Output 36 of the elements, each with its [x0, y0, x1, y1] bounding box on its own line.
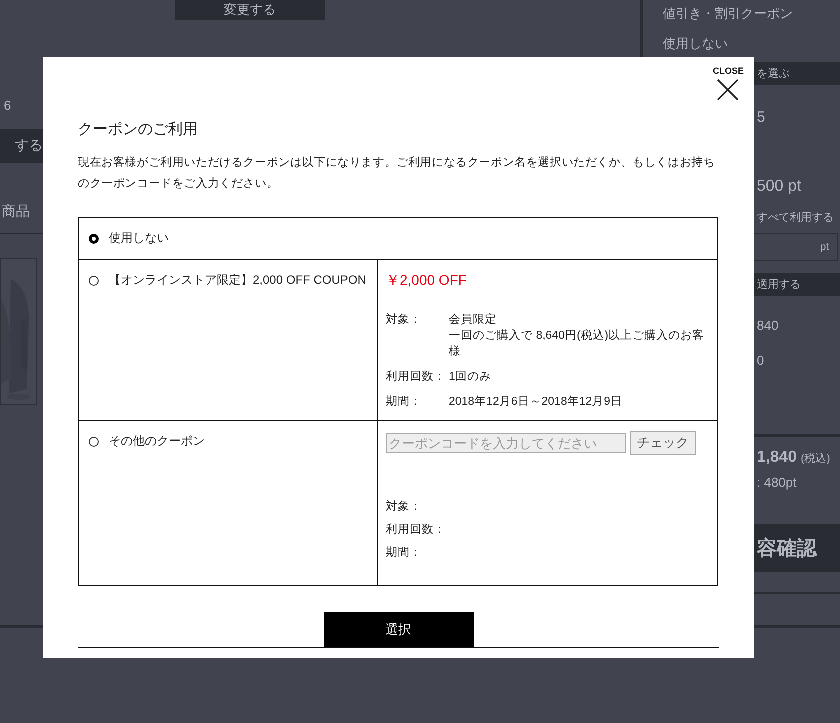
- change-button[interactable]: 変更する: [175, 0, 325, 20]
- close-icon: [716, 78, 740, 102]
- select-button[interactable]: 選択: [324, 612, 474, 647]
- discount-amount: ￥2,000 OFF: [386, 272, 468, 290]
- dialog-description: 現在お客様がご利用いただけるクーポンは以下になります。ご利用になるクーポン名を選択いただくか、もしくはお持ちのクーポンコードをご入力ください。: [78, 155, 716, 192]
- tax-note: (税込): [801, 452, 830, 466]
- option-label[interactable]: 【オンラインストア限定】2,000 OFF COUPON: [109, 272, 366, 289]
- earned-points: : 480pt: [756, 475, 798, 490]
- detail-label: 対象：: [386, 499, 423, 515]
- detail-label: 期間：: [386, 394, 423, 410]
- check-button[interactable]: チェック: [630, 431, 696, 455]
- action-bar[interactable]: する: [0, 129, 43, 163]
- points-owned: 5: [756, 109, 766, 126]
- amount-text: 0: [756, 353, 766, 368]
- detail-label: 利用回数：: [386, 522, 447, 538]
- coupon-code-field[interactable]: クーポンコードを入力してください: [386, 433, 626, 453]
- coupon-heading: 値引き・割引クーポン: [662, 5, 794, 23]
- coupon-value: 使用しない: [662, 35, 729, 53]
- amount-text: 840: [756, 318, 780, 333]
- detail-value: 1回のみ: [449, 370, 492, 385]
- radio-button[interactable]: [89, 436, 99, 446]
- points-amount: 500 pt: [756, 178, 802, 196]
- detail-value: 会員限定: [449, 312, 498, 328]
- count-text: 6: [4, 98, 12, 113]
- detail-label: 対象：: [386, 312, 423, 328]
- radio-button[interactable]: [89, 234, 99, 244]
- section-heading: 商品: [1, 203, 31, 221]
- radio-button[interactable]: [89, 276, 99, 286]
- dialog-title: クーポンのご利用: [78, 120, 199, 139]
- option-label[interactable]: その他のクーポン: [109, 433, 205, 450]
- detail-label: 期間：: [386, 546, 423, 561]
- detail-value: 一回のご購入で 8,640円(税込)以上ご購入のお客様: [449, 328, 706, 360]
- detail-label: 利用回数：: [386, 370, 447, 385]
- detail-value: 2018年12月6日～2018年12月9日: [449, 394, 624, 410]
- total-price: 1,840: [757, 449, 798, 467]
- option-label[interactable]: 使用しない: [109, 230, 169, 247]
